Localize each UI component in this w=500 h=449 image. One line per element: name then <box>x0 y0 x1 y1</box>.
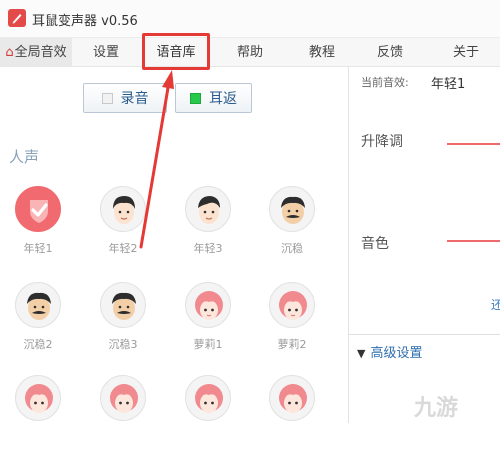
check-badge-icon <box>15 186 61 232</box>
voice-name: 沉稳 <box>281 242 303 255</box>
record-button-label: 录音 <box>120 91 149 107</box>
voice-item[interactable]: 年轻2 <box>93 186 153 260</box>
pink-hair-girl-face-icon <box>185 282 231 328</box>
voice-item[interactable]: 沉稳2 <box>8 282 68 356</box>
voice-item[interactable] <box>93 375 153 449</box>
voice-name: 沉稳3 <box>108 338 138 351</box>
pink-hair-girl-face-icon <box>185 375 231 421</box>
voice-item[interactable]: 萝莉2 <box>262 282 322 356</box>
voice-item[interactable] <box>262 375 322 449</box>
advanced-settings-label: 高级设置 <box>370 346 423 361</box>
record-checkbox-icon <box>101 92 113 104</box>
voice-item[interactable]: 沉稳 <box>262 186 322 260</box>
mustache-man-face-icon <box>15 282 61 328</box>
pink-hair-girl-face-icon <box>269 375 315 421</box>
mustache-man-face-icon <box>269 186 315 232</box>
voice-item[interactable]: 沉稳3 <box>93 282 153 356</box>
current-effect-value: 年轻1 <box>431 77 466 92</box>
monitor-button[interactable]: 耳返 <box>175 83 252 113</box>
lock-icon: ⌂ <box>5 45 14 60</box>
voice-item[interactable]: 年轻3 <box>178 186 238 260</box>
app-logo-icon <box>8 9 26 27</box>
pink-hair-girl-face-icon <box>269 282 315 328</box>
timbre-slider[interactable] <box>447 240 500 242</box>
voice-name: 年轻2 <box>108 242 138 255</box>
timbre-label: 音色 <box>361 236 389 252</box>
section-title: 人声 <box>9 148 40 166</box>
title-bar: 耳鼠变声器 v0.56 <box>0 0 500 38</box>
tab-feedback[interactable]: 反馈 <box>364 38 416 67</box>
voice-name: 年轻3 <box>193 242 223 255</box>
advanced-divider <box>349 334 500 335</box>
advanced-settings-toggle[interactable]: ▼ 高级设置 <box>357 342 422 361</box>
current-effect-label: 当前音效: <box>361 76 409 89</box>
tab-about[interactable]: 关于 <box>440 38 492 67</box>
monitor-button-label: 耳返 <box>209 91 237 107</box>
pitch-slider[interactable] <box>447 143 500 145</box>
tab-help[interactable]: 帮助 <box>224 38 276 67</box>
restore-link[interactable]: 还 <box>491 296 500 313</box>
voice-item[interactable]: 萝莉1 <box>178 282 238 356</box>
tab-tutorial[interactable]: 教程 <box>296 38 348 67</box>
voice-item[interactable] <box>8 375 68 449</box>
pink-hair-girl-face-icon <box>100 375 146 421</box>
pink-hair-girl-face-icon <box>15 375 61 421</box>
watermark-text: 九游 <box>414 396 459 421</box>
tab-settings[interactable]: 设置 <box>82 38 130 67</box>
young-man-face-icon <box>100 186 146 232</box>
voice-name: 萝莉1 <box>193 338 223 351</box>
triangle-down-icon: ▼ <box>357 347 366 360</box>
pitch-label: 升降调 <box>361 134 403 150</box>
panel-divider <box>348 67 349 423</box>
voice-name: 沉稳2 <box>23 338 53 351</box>
voice-name: 萝莉2 <box>277 338 307 351</box>
window-title: 耳鼠变声器 v0.56 <box>32 14 138 29</box>
tab-voice-library[interactable]: 语音库 <box>142 38 210 67</box>
tab-global-effects[interactable]: ⌂全局音效 <box>0 38 72 67</box>
mustache-man-face-icon <box>100 282 146 328</box>
voice-item[interactable]: 年轻1 <box>8 186 68 260</box>
voice-item[interactable] <box>178 375 238 449</box>
tab-global-effects-label: 全局音效 <box>14 45 67 60</box>
monitor-checkbox-icon <box>190 92 201 104</box>
record-button[interactable]: 录音 <box>83 83 167 113</box>
voice-name: 年轻1 <box>23 242 53 255</box>
young-man-face-icon <box>185 186 231 232</box>
tab-bar: ⌂全局音效 设置 语音库 帮助 教程 反馈 关于 <box>0 38 500 67</box>
